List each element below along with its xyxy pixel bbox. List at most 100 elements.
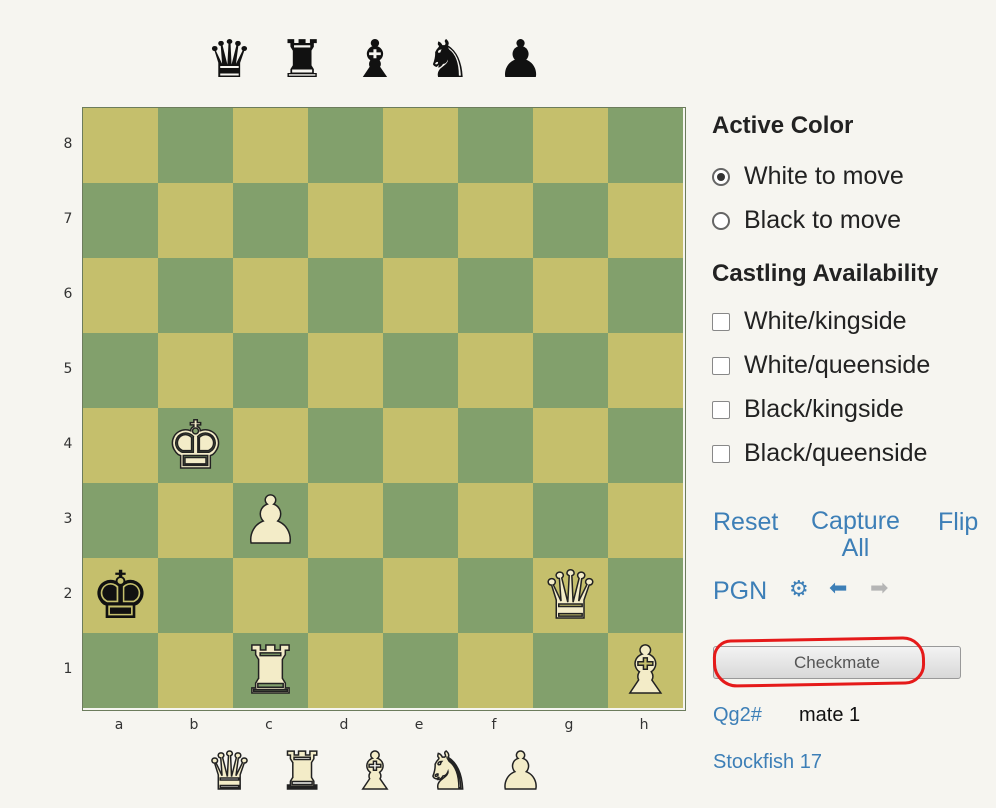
square-f3[interactable] [458, 483, 533, 558]
square-d6[interactable] [308, 258, 383, 333]
square-b3[interactable] [158, 483, 233, 558]
square-d8[interactable] [308, 108, 383, 183]
arrow-left-icon[interactable]: ⬅ [829, 576, 847, 601]
square-d5[interactable] [308, 333, 383, 408]
square-h5[interactable] [608, 333, 683, 408]
square-d2[interactable] [308, 558, 383, 633]
square-h1[interactable]: ♝ [608, 632, 683, 709]
white-kingside-label: White/kingside [744, 307, 907, 335]
black-kingside-checkbox[interactable] [712, 400, 730, 419]
square-c6[interactable] [233, 258, 308, 333]
square-c4[interactable] [233, 408, 308, 483]
checkmate-status-label: Checkmate [794, 652, 880, 672]
square-d4[interactable] [308, 408, 383, 483]
square-d7[interactable] [308, 183, 383, 258]
best-move-link[interactable]: Qg2# [713, 704, 762, 727]
black-queenside-option[interactable]: Black/queenside [712, 439, 927, 468]
square-b8[interactable] [158, 108, 233, 183]
square-d1[interactable] [308, 633, 383, 708]
captured-white-queen-icon: ♛ [205, 742, 253, 802]
black-to-move-radio[interactable] [712, 211, 730, 230]
white-to-move-radio[interactable] [712, 167, 730, 186]
square-a1[interactable] [83, 633, 158, 708]
checkmate-status-button[interactable]: Checkmate [713, 646, 961, 679]
square-a8[interactable] [83, 108, 158, 183]
square-e7[interactable] [383, 183, 458, 258]
square-h6[interactable] [608, 258, 683, 333]
white-rook-piece[interactable]: ♜ [233, 632, 308, 709]
white-bishop-piece[interactable]: ♝ [608, 632, 683, 709]
square-h4[interactable] [608, 408, 683, 483]
square-g8[interactable] [533, 108, 608, 183]
square-c7[interactable] [233, 183, 308, 258]
square-f2[interactable] [458, 558, 533, 633]
square-g3[interactable] [533, 483, 608, 558]
black-kingside-option[interactable]: Black/kingside [712, 395, 904, 424]
square-f8[interactable] [458, 108, 533, 183]
square-b6[interactable] [158, 258, 233, 333]
square-f1[interactable] [458, 633, 533, 708]
reset-link[interactable]: Reset [713, 508, 778, 537]
square-f5[interactable] [458, 333, 533, 408]
black-to-move-option[interactable]: Black to move [712, 206, 901, 235]
square-g1[interactable] [533, 633, 608, 708]
square-e8[interactable] [383, 108, 458, 183]
black-king-piece[interactable]: ♚ [83, 558, 158, 633]
flip-link[interactable]: Flip [938, 508, 978, 537]
chess-board[interactable]: ♚ ♟ ♚ ♛ ♜ ♝ [82, 107, 686, 711]
square-e4[interactable] [383, 408, 458, 483]
square-d3[interactable] [308, 483, 383, 558]
square-h8[interactable] [608, 108, 683, 183]
file-label-e: e [414, 717, 424, 733]
square-e3[interactable] [383, 483, 458, 558]
white-to-move-option[interactable]: White to move [712, 162, 904, 191]
square-h7[interactable] [608, 183, 683, 258]
captured-black-bishop-icon: ♝ [351, 30, 399, 90]
square-b5[interactable] [158, 333, 233, 408]
square-a3[interactable] [83, 483, 158, 558]
white-pawn-piece[interactable]: ♟ [233, 482, 308, 559]
gear-icon[interactable]: ⚙ [789, 577, 809, 602]
square-g5[interactable] [533, 333, 608, 408]
black-queenside-label: Black/queenside [744, 439, 928, 467]
square-e1[interactable] [383, 633, 458, 708]
square-c5[interactable] [233, 333, 308, 408]
square-f7[interactable] [458, 183, 533, 258]
square-g7[interactable] [533, 183, 608, 258]
square-e5[interactable] [383, 333, 458, 408]
square-g6[interactable] [533, 258, 608, 333]
square-a4[interactable] [83, 408, 158, 483]
white-king-piece[interactable]: ♚ [158, 407, 233, 484]
square-a6[interactable] [83, 258, 158, 333]
file-label-g: g [564, 717, 574, 733]
square-b4[interactable]: ♚ [158, 407, 233, 484]
square-e2[interactable] [383, 558, 458, 633]
black-queenside-checkbox[interactable] [712, 444, 730, 463]
square-c2[interactable] [233, 558, 308, 633]
pgn-link[interactable]: PGN [713, 577, 767, 606]
square-h2[interactable] [608, 558, 683, 633]
white-queenside-option[interactable]: White/queenside [712, 351, 930, 380]
white-queen-piece[interactable]: ♛ [533, 557, 608, 634]
white-kingside-checkbox[interactable] [712, 312, 730, 331]
square-f4[interactable] [458, 408, 533, 483]
white-queenside-checkbox[interactable] [712, 356, 730, 375]
square-c3[interactable]: ♟ [233, 482, 308, 559]
square-h3[interactable] [608, 483, 683, 558]
square-b2[interactable] [158, 558, 233, 633]
square-g2[interactable]: ♛ [533, 557, 608, 634]
square-a5[interactable] [83, 333, 158, 408]
square-b7[interactable] [158, 183, 233, 258]
square-g4[interactable] [533, 408, 608, 483]
square-e6[interactable] [383, 258, 458, 333]
capture-all-link[interactable]: Capture All [811, 508, 900, 562]
square-b1[interactable] [158, 633, 233, 708]
square-c8[interactable] [233, 108, 308, 183]
arrow-right-icon[interactable]: ➡ [870, 576, 888, 601]
square-a2[interactable]: ♚ [83, 558, 158, 633]
white-kingside-option[interactable]: White/kingside [712, 307, 907, 336]
square-f6[interactable] [458, 258, 533, 333]
square-c1[interactable]: ♜ [233, 632, 308, 709]
engine-name-link[interactable]: Stockfish 17 [713, 751, 822, 774]
square-a7[interactable] [83, 183, 158, 258]
